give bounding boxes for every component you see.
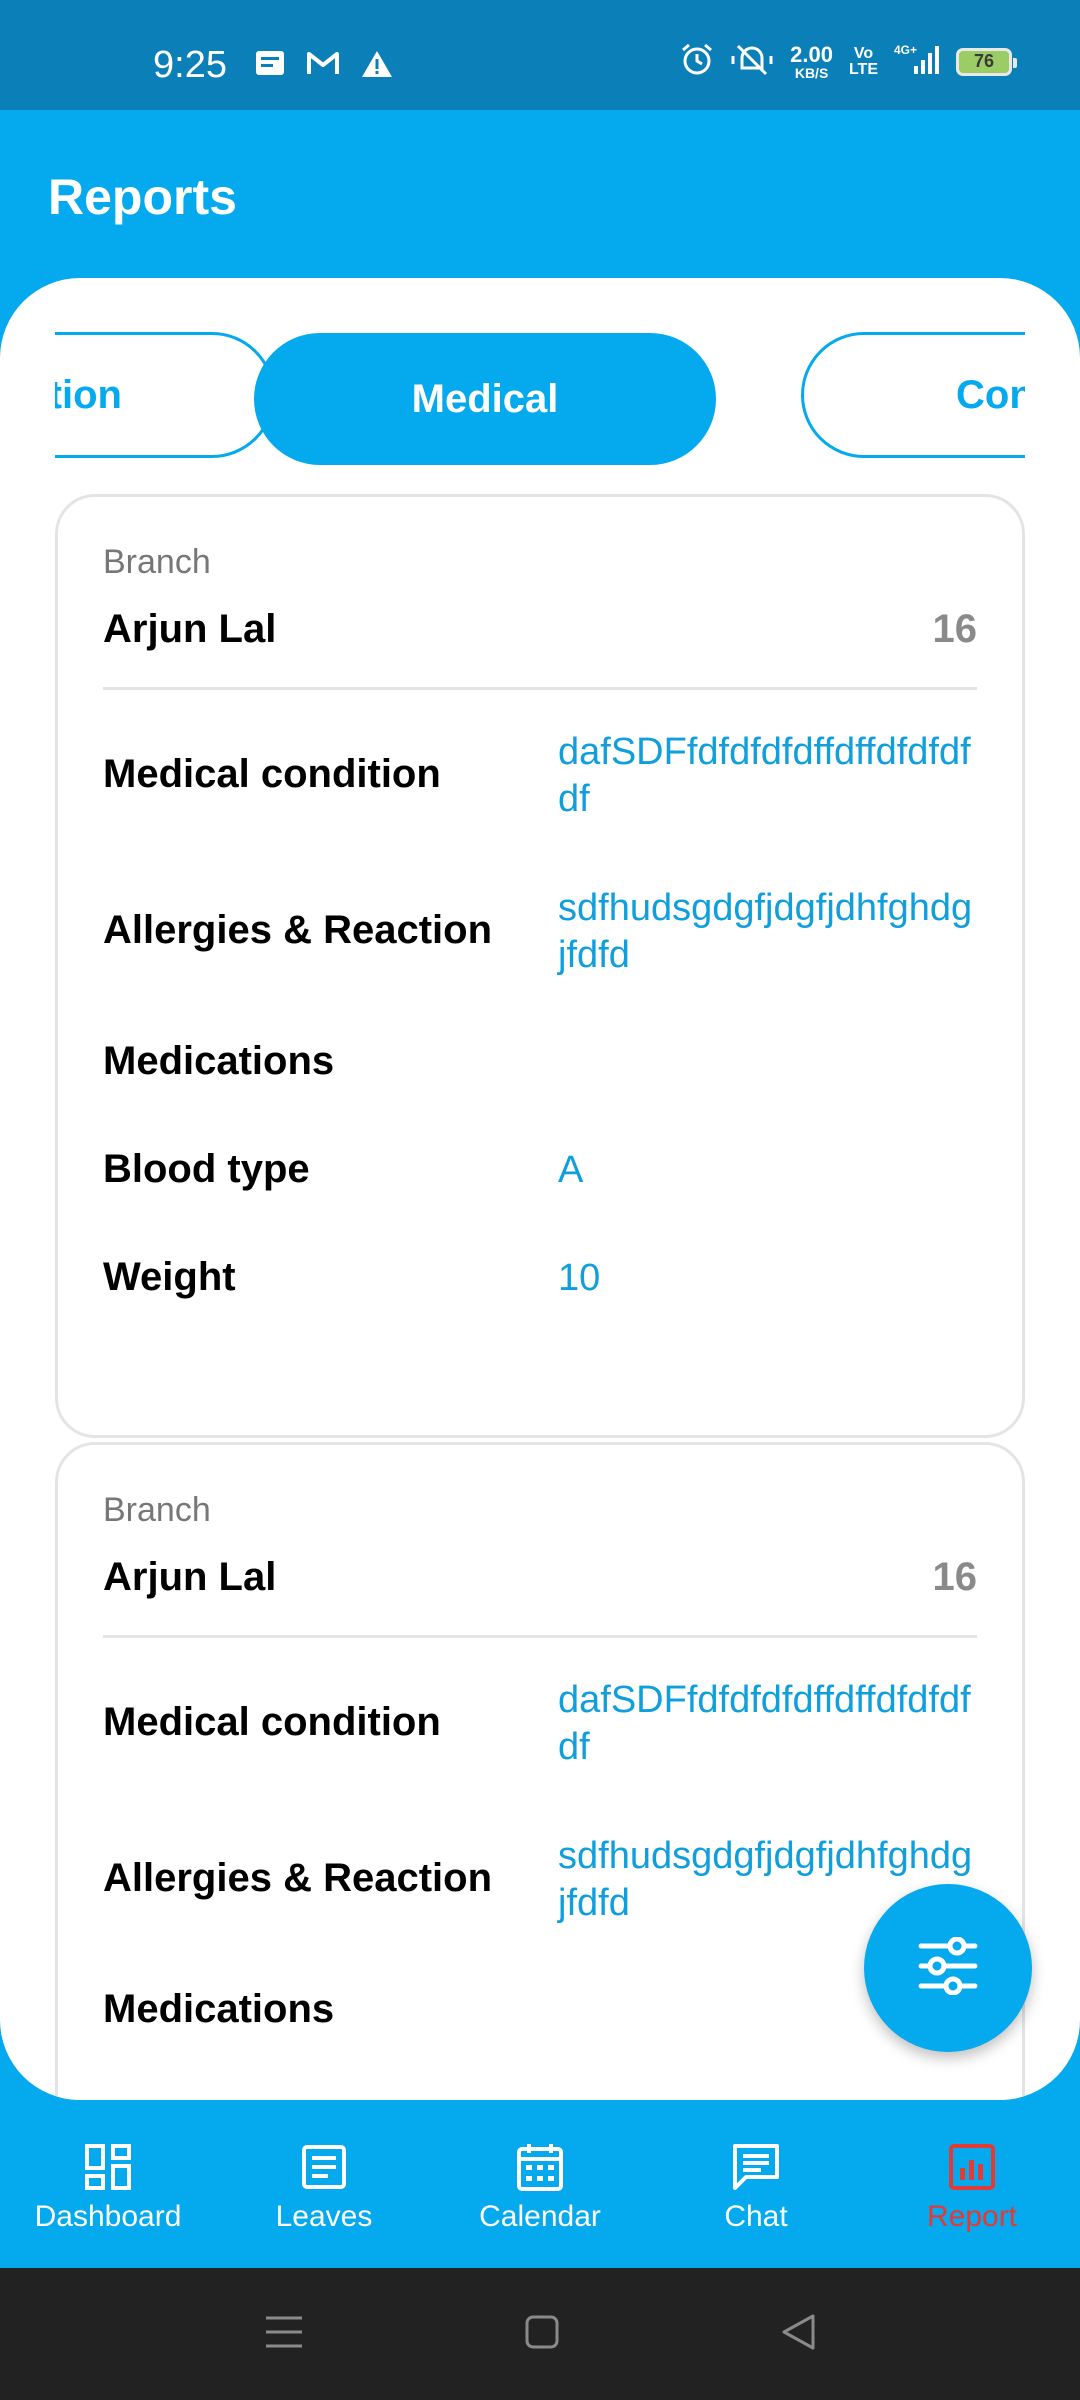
app-header: Reports	[0, 110, 1080, 280]
card-number: 16	[932, 607, 978, 651]
calendar-icon	[513, 2140, 567, 2194]
row-allergies: Allergies & Reaction sdfhudsgdgfjdgfjdhf…	[103, 887, 973, 976]
medical-card[interactable]: Branch Arjun Lal 16 Medical condition da…	[55, 494, 1025, 1438]
card-number: 16	[932, 1555, 978, 1599]
card-divider	[103, 687, 977, 690]
tab-previous[interactable]: tion	[55, 332, 275, 458]
status-time: 9:25	[153, 44, 227, 86]
battery-icon: 76	[956, 47, 1017, 76]
nav-report[interactable]: Report	[864, 2100, 1080, 2268]
card-name: Arjun Lal	[103, 1555, 277, 1599]
report-icon	[945, 2140, 999, 2194]
row-medical-condition: Medical condition dafSDFfdfdfdfdffdffdfd…	[103, 1679, 971, 1768]
row-allergies: Allergies & Reaction sdfhudsgdgfjdgfjdhf…	[103, 1835, 973, 1924]
status-right-icons: 2.00 KB/S Vo LTE 4G+ 76	[680, 41, 1017, 81]
status-bar: 9:25 2.00 KB/S Vo LTE 4G+ 76	[0, 0, 1080, 110]
row-medications: Medications	[103, 1039, 335, 1083]
nav-dashboard[interactable]: Dashboard	[0, 2100, 216, 2268]
content-sheet: tion Con Medical Branch Arjun Lal 16 Med…	[0, 278, 1080, 2100]
nav-leaves[interactable]: Leaves	[216, 2100, 432, 2268]
filter-button[interactable]	[864, 1884, 1032, 2052]
leaves-icon	[297, 2140, 351, 2194]
row-weight: Weight 10	[103, 1255, 601, 1299]
signal-icon: 4G+	[894, 42, 940, 81]
filter-sliders-icon	[917, 1936, 979, 2000]
gmail-icon	[307, 50, 339, 83]
bottom-nav: Dashboard Leaves Calendar Chat Report	[0, 2100, 1080, 2268]
silent-icon	[730, 42, 774, 81]
row-blood-type: Blood type A	[103, 1147, 584, 1191]
message-icon	[255, 50, 285, 83]
page-title: Reports	[48, 169, 237, 225]
volte-indicator: Vo LTE	[848, 44, 878, 78]
card-divider	[103, 1635, 977, 1638]
system-nav-bar	[0, 2268, 1080, 2400]
alarm-icon	[680, 42, 714, 81]
warning-icon	[361, 50, 393, 83]
card-branch-label: Branch	[103, 1491, 211, 1529]
back-icon[interactable]	[780, 2313, 816, 2356]
dashboard-icon	[81, 2140, 135, 2194]
home-icon[interactable]	[524, 2314, 560, 2355]
tab-medical[interactable]: Medical	[254, 333, 716, 465]
nav-calendar[interactable]: Calendar	[432, 2100, 648, 2268]
row-medications: Medications	[103, 1987, 335, 2031]
chat-icon	[729, 2140, 783, 2194]
notification-icons	[255, 50, 393, 83]
card-branch-label: Branch	[103, 543, 211, 581]
row-medical-condition: Medical condition dafSDFfdfdfdfdffdffdfd…	[103, 731, 971, 820]
menu-icon[interactable]	[264, 2314, 304, 2355]
svg-text:4G+: 4G+	[894, 43, 917, 57]
card-name: Arjun Lal	[103, 607, 277, 651]
tab-next[interactable]: Con	[801, 332, 1025, 458]
net-speed: 2.00 KB/S	[790, 41, 833, 81]
nav-chat[interactable]: Chat	[648, 2100, 864, 2268]
